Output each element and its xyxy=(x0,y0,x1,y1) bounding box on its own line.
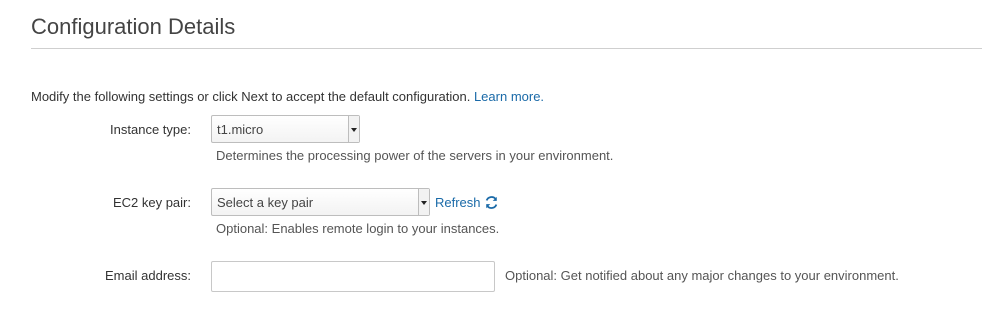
email-field[interactable] xyxy=(211,261,495,292)
email-help: Optional: Get notified about any major c… xyxy=(505,268,899,283)
intro-message: Modify the following settings or click N… xyxy=(31,89,474,104)
instance-type-label: Instance type: xyxy=(110,122,191,137)
instance-type-value: t1.micro xyxy=(217,122,264,137)
key-pair-label: EC2 key pair: xyxy=(112,195,191,210)
refresh-link[interactable]: Refresh xyxy=(435,195,498,212)
intro-text: Modify the following settings or click N… xyxy=(31,89,544,104)
refresh-icon xyxy=(485,196,498,212)
refresh-label: Refresh xyxy=(435,195,481,210)
key-pair-help: Optional: Enables remote login to your i… xyxy=(216,221,500,236)
learn-more-link[interactable]: Learn more. xyxy=(474,89,544,104)
instance-type-help: Determines the processing power of the s… xyxy=(216,148,614,163)
key-pair-select[interactable]: Select a key pair xyxy=(211,188,430,216)
chevron-down-icon xyxy=(418,189,429,215)
email-label: Email address: xyxy=(105,268,191,283)
section-title: Configuration Details xyxy=(31,14,236,39)
section-divider xyxy=(31,48,982,49)
instance-type-select[interactable]: t1.micro xyxy=(211,115,360,143)
chevron-down-icon xyxy=(348,116,359,142)
key-pair-value: Select a key pair xyxy=(217,195,314,210)
